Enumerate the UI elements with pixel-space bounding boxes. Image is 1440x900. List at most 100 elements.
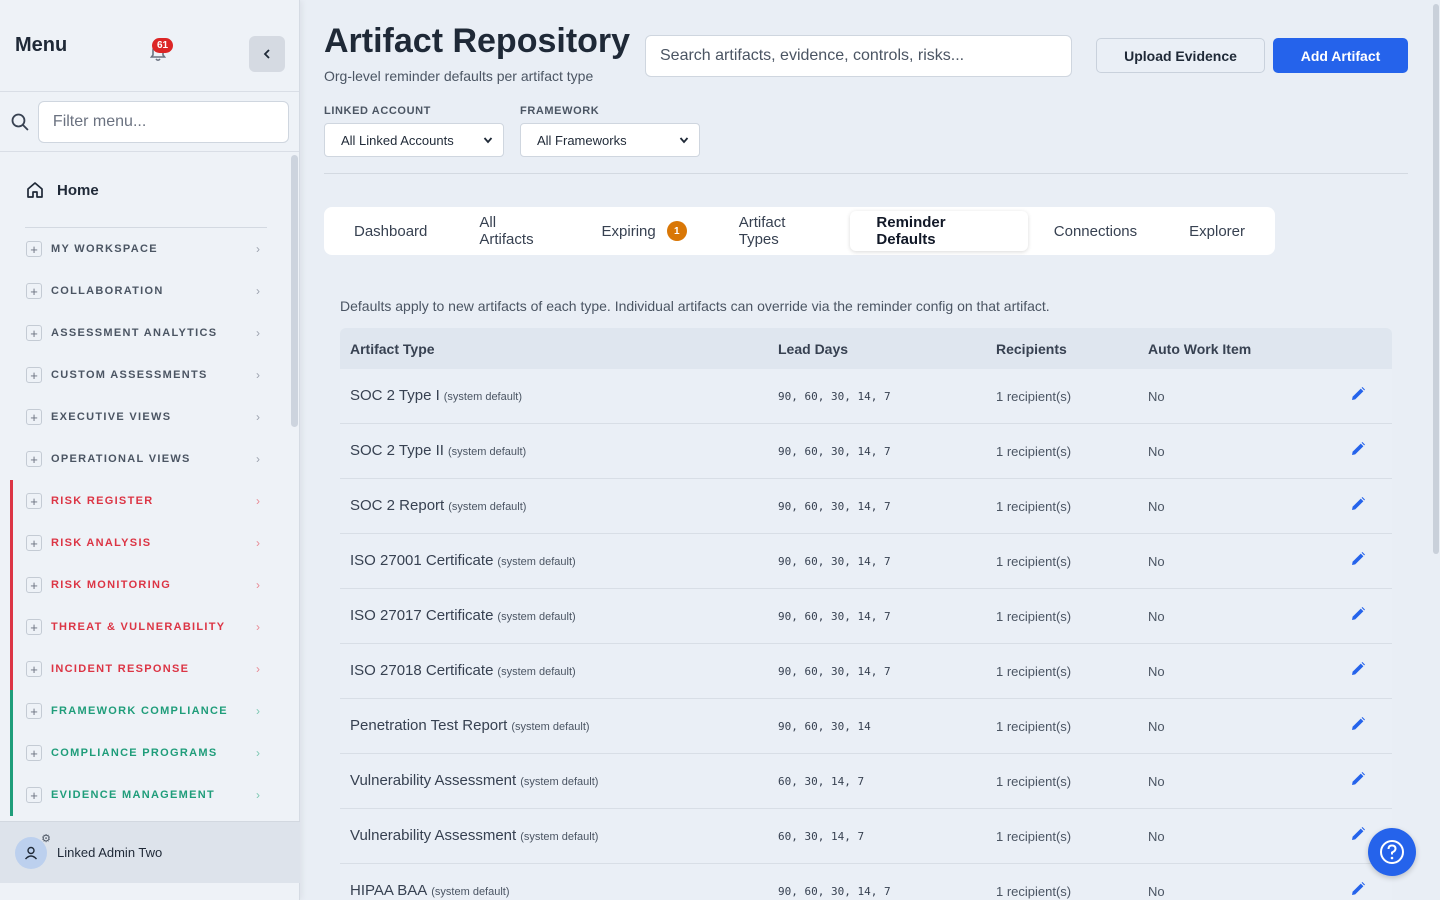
global-search-input[interactable] xyxy=(645,35,1072,77)
system-default-tag: (system default) xyxy=(520,831,599,843)
table-row: ISO 27017 Certificate (system default) 90,… xyxy=(340,589,1392,644)
sidebar-section-label: INCIDENT RESPONSE xyxy=(51,663,190,675)
edit-button[interactable] xyxy=(1350,771,1366,792)
artifact-type-name: SOC 2 Type I xyxy=(350,387,440,404)
edit-button[interactable] xyxy=(1350,661,1366,682)
sidebar-section-risk-monitoring[interactable]: + RISK MONITORING › xyxy=(0,564,300,606)
recipients: 1 recipient(s) xyxy=(996,828,1072,844)
edit-button[interactable] xyxy=(1350,441,1366,462)
expand-icon: + xyxy=(26,367,42,383)
table-row: SOC 2 Report (system default) 90, 60, 30, … xyxy=(340,479,1392,534)
section-accent-bar xyxy=(10,690,13,732)
tab-reminder-defaults[interactable]: Reminder Defaults xyxy=(850,211,1028,251)
chevron-down-icon xyxy=(679,137,689,144)
table-row: ISO 27018 Certificate (system default) 90,… xyxy=(340,644,1392,699)
recipients: 1 recipient(s) xyxy=(996,608,1072,624)
filter-menu-input[interactable] xyxy=(37,100,289,143)
home-label: Home xyxy=(57,181,99,199)
table-row: SOC 2 Type II (system default) 90, 60, 30,… xyxy=(340,424,1392,479)
sidebar-section-risk-analysis[interactable]: + RISK ANALYSIS › xyxy=(0,522,300,564)
auto-work-item: No xyxy=(1148,608,1165,624)
section-accent-bar xyxy=(10,522,13,564)
expand-icon: + xyxy=(26,409,42,425)
linked-account-label: LINKED ACCOUNT xyxy=(324,105,431,117)
page-scrollbar[interactable] xyxy=(1432,0,1440,900)
sidebar-section-assessment-analytics[interactable]: + ASSESSMENT ANALYTICS › xyxy=(0,312,300,354)
scrollbar-thumb[interactable] xyxy=(1433,4,1439,554)
framework-select[interactable]: All Frameworks xyxy=(520,123,700,157)
edit-button[interactable] xyxy=(1350,881,1366,900)
edit-button[interactable] xyxy=(1350,716,1366,737)
upload-evidence-button[interactable]: Upload Evidence xyxy=(1096,38,1265,73)
lead-days: 90, 60, 30, 14, 7 xyxy=(778,884,891,898)
sidebar-section-collaboration[interactable]: + COLLABORATION › xyxy=(0,270,300,312)
chevron-right-icon: › xyxy=(256,326,260,340)
lead-days: 90, 60, 30, 14, 7 xyxy=(778,664,891,678)
sidebar-item-home[interactable]: Home xyxy=(0,153,300,227)
sidebar-section-incident-response[interactable]: + INCIDENT RESPONSE › xyxy=(0,648,300,690)
column-header[interactable]: Lead Days xyxy=(778,341,848,357)
edit-button[interactable] xyxy=(1350,386,1366,407)
tab-connections[interactable]: Connections xyxy=(1028,211,1163,251)
edit-button[interactable] xyxy=(1350,606,1366,627)
lead-days: 60, 30, 14, 7 xyxy=(778,774,865,788)
sidebar-section-my-workspace[interactable]: + MY WORKSPACE › xyxy=(0,228,300,270)
edit-button[interactable] xyxy=(1350,826,1366,847)
column-header[interactable]: Auto Work Item xyxy=(1148,341,1251,357)
framework-label: FRAMEWORK xyxy=(520,105,600,117)
sidebar-section-label: THREAT & VULNERABILITY xyxy=(51,621,226,633)
tab-dashboard[interactable]: Dashboard xyxy=(328,211,453,251)
sidebar-section-label: RISK ANALYSIS xyxy=(51,537,152,549)
tab-label: Connections xyxy=(1053,222,1138,240)
pencil-icon xyxy=(1352,386,1365,400)
add-artifact-button[interactable]: Add Artifact xyxy=(1273,38,1408,73)
system-default-tag: (system default) xyxy=(431,886,510,898)
table-body: SOC 2 Type I (system default) 90, 60, 30, … xyxy=(340,369,1392,900)
help-button[interactable] xyxy=(1368,828,1416,876)
sidebar-scrollbar[interactable] xyxy=(291,155,298,427)
user-icon xyxy=(24,846,38,859)
tab-bar: Dashboard All Artifacts Expiring 1 Artifact … xyxy=(324,207,1275,255)
recipients: 1 recipient(s) xyxy=(996,663,1072,679)
artifact-type-name: Vulnerability Assessment xyxy=(350,772,517,789)
sidebar-section-compliance-programs[interactable]: + COMPLIANCE PROGRAMS › xyxy=(0,732,300,774)
section-accent-bar xyxy=(10,480,13,522)
user-name: Linked Admin Two xyxy=(57,845,163,860)
column-header[interactable]: Artifact Type xyxy=(350,341,435,357)
chevron-right-icon: › xyxy=(256,704,260,718)
user-profile[interactable]: ⚙ Linked Admin Two xyxy=(0,821,300,883)
sidebar-section-operational-views[interactable]: + OPERATIONAL VIEWS › xyxy=(0,438,300,480)
sidebar: Menu 61 Home + MY WORKSPACE › + COLLABORATIO… xyxy=(0,0,300,900)
tab-all-artifacts[interactable]: All Artifacts xyxy=(453,211,575,251)
chevron-right-icon: › xyxy=(256,746,260,760)
sidebar-section-framework-compliance[interactable]: + FRAMEWORK COMPLIANCE › xyxy=(0,690,300,732)
column-header[interactable]: Recipients xyxy=(996,341,1067,357)
sidebar-section-custom-assessments[interactable]: + CUSTOM ASSESSMENTS › xyxy=(0,354,300,396)
edit-button[interactable] xyxy=(1350,551,1366,572)
artifact-type-name: Penetration Test Report xyxy=(350,717,508,734)
sidebar-section-label: CUSTOM ASSESSMENTS xyxy=(51,369,208,381)
linked-account-select[interactable]: All Linked Accounts xyxy=(324,123,504,157)
tab-artifact-types[interactable]: Artifact Types xyxy=(713,211,851,251)
sidebar-section-executive-views[interactable]: + EXECUTIVE VIEWS › xyxy=(0,396,300,438)
system-default-tag: (system default) xyxy=(497,666,576,678)
search-icon xyxy=(11,113,29,131)
auto-work-item: No xyxy=(1148,828,1165,844)
sidebar-section-risk-register[interactable]: + RISK REGISTER › xyxy=(0,480,300,522)
collapse-sidebar-button[interactable] xyxy=(249,36,285,72)
sidebar-section-threat-vulnerability[interactable]: + THREAT & VULNERABILITY › xyxy=(0,606,300,648)
lead-days: 60, 30, 14, 7 xyxy=(778,829,865,843)
system-default-tag: (system default) xyxy=(448,501,527,513)
section-accent-bar xyxy=(10,606,13,648)
tab-expiring[interactable]: Expiring 1 xyxy=(576,211,713,251)
artifact-type-name: Vulnerability Assessment xyxy=(350,827,517,844)
edit-button[interactable] xyxy=(1350,496,1366,517)
sidebar-sections: + MY WORKSPACE › + COLLABORATION › + ASSESSMENT… xyxy=(0,228,300,816)
sidebar-section-evidence-management[interactable]: + EVIDENCE MANAGEMENT › xyxy=(0,774,300,816)
sidebar-header: Menu 61 xyxy=(0,0,299,92)
sidebar-title: Menu xyxy=(15,34,68,56)
avatar[interactable]: ⚙ xyxy=(15,833,51,869)
table-row: Penetration Test Report (system default) 9… xyxy=(340,699,1392,754)
tab-explorer[interactable]: Explorer xyxy=(1163,211,1271,251)
section-accent-bar xyxy=(10,564,13,606)
